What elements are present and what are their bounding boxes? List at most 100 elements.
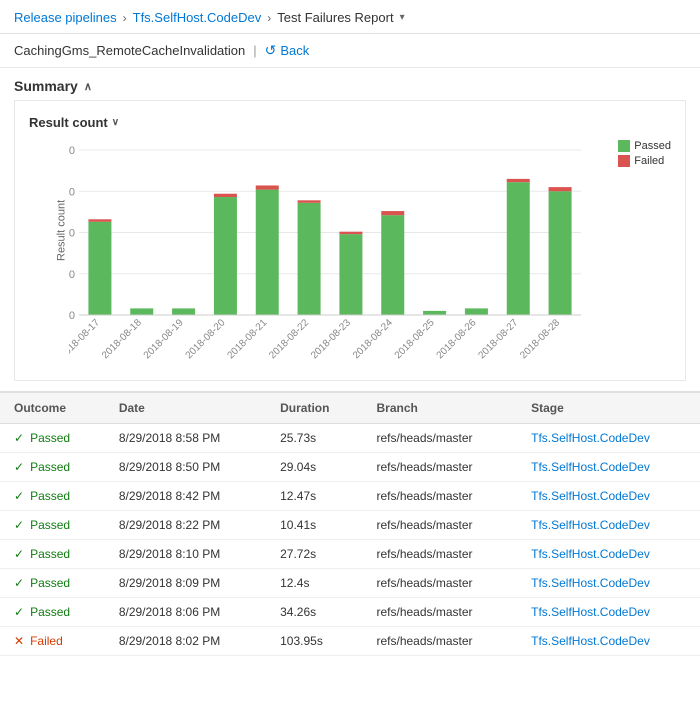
cell-stage[interactable]: Tfs.SelfHost.CodeDev [517, 627, 700, 656]
cell-duration: 103.95s [266, 627, 362, 656]
col-date: Date [105, 393, 266, 424]
back-icon: ↺ [265, 42, 277, 59]
header-dropdown-icon[interactable]: ▾ [400, 12, 405, 23]
breadcrumb-bar: CachingGms_RemoteCacheInvalidation | ↺ B… [0, 34, 700, 68]
outcome-label: Passed [30, 576, 70, 590]
svg-text:150: 150 [69, 186, 75, 198]
cell-date: 8/29/2018 8:02 PM [105, 627, 266, 656]
cell-date: 8/29/2018 8:50 PM [105, 453, 266, 482]
outcome-label: Passed [30, 547, 70, 561]
outcome-check-icon: ✓ [14, 605, 24, 619]
cell-branch: refs/heads/master [363, 453, 518, 482]
cell-duration: 25.73s [266, 424, 362, 453]
summary-label: Summary [14, 78, 78, 94]
chart-title-label: Result count [29, 115, 108, 130]
cell-branch: refs/heads/master [363, 569, 518, 598]
back-button[interactable]: ↺ Back [265, 42, 310, 59]
outcome-check-icon: ✓ [14, 518, 24, 532]
chart-legend: Passed Failed [618, 140, 671, 167]
col-stage: Stage [517, 393, 700, 424]
cell-stage[interactable]: Tfs.SelfHost.CodeDev [517, 511, 700, 540]
svg-text:0: 0 [69, 310, 75, 322]
outcome-check-icon: ✓ [14, 576, 24, 590]
chart-container: Result count ∨ Result count Passed Faile… [14, 100, 686, 381]
svg-text:2018-08-26: 2018-08-26 [435, 317, 479, 361]
outcome-check-icon: ✓ [14, 489, 24, 503]
svg-text:2018-08-19: 2018-08-19 [142, 317, 186, 361]
outcome-check-icon: ✓ [14, 547, 24, 561]
cell-branch: refs/heads/master [363, 511, 518, 540]
collapse-icon[interactable]: ∧ [84, 80, 92, 93]
cell-duration: 34.26s [266, 598, 362, 627]
outcome-label: Passed [30, 489, 70, 503]
svg-text:2018-08-20: 2018-08-20 [184, 317, 228, 361]
legend-failed-label: Failed [634, 155, 664, 167]
col-branch: Branch [363, 393, 518, 424]
outcome-label: Passed [30, 460, 70, 474]
table-header-row: Outcome Date Duration Branch Stage [0, 393, 700, 424]
cell-stage[interactable]: Tfs.SelfHost.CodeDev [517, 540, 700, 569]
cell-outcome: ✕ Failed [0, 627, 105, 656]
results-table: Outcome Date Duration Branch Stage ✓ Pas… [0, 393, 700, 656]
cell-date: 8/29/2018 8:09 PM [105, 569, 266, 598]
cell-outcome: ✓ Passed [0, 540, 105, 569]
outcome-check-icon: ✓ [14, 460, 24, 474]
col-outcome: Outcome [0, 393, 105, 424]
outcome-label: Passed [30, 518, 70, 532]
cell-duration: 12.47s [266, 482, 362, 511]
cell-outcome: ✓ Passed [0, 453, 105, 482]
outcome-label: Passed [30, 605, 70, 619]
table-row: ✕ Failed 8/29/2018 8:02 PM 103.95s refs/… [0, 627, 700, 656]
table-row: ✓ Passed 8/29/2018 8:09 PM 12.4s refs/he… [0, 569, 700, 598]
outcome-check-icon: ✓ [14, 431, 24, 445]
cell-stage[interactable]: Tfs.SelfHost.CodeDev [517, 598, 700, 627]
svg-text:2018-08-21: 2018-08-21 [225, 317, 269, 361]
page-header: Release pipelines › Tfs.SelfHost.CodeDev… [0, 0, 700, 34]
breadcrumb-pipeline[interactable]: Tfs.SelfHost.CodeDev [133, 10, 262, 25]
breadcrumb-bar-divider: | [253, 43, 256, 58]
cell-outcome: ✓ Passed [0, 569, 105, 598]
svg-text:100: 100 [69, 228, 75, 240]
pipeline-name: CachingGms_RemoteCacheInvalidation [14, 43, 245, 58]
table-row: ✓ Passed 8/29/2018 8:22 PM 10.41s refs/h… [0, 511, 700, 540]
svg-text:2018-08-22: 2018-08-22 [267, 317, 311, 361]
svg-text:2018-08-18: 2018-08-18 [100, 317, 144, 361]
svg-text:2018-08-27: 2018-08-27 [476, 317, 520, 361]
chart-area: Result count Passed Failed 0501001502002… [69, 140, 671, 370]
svg-text:2018-08-24: 2018-08-24 [351, 317, 395, 361]
cell-date: 8/29/2018 8:58 PM [105, 424, 266, 453]
cell-duration: 12.4s [266, 569, 362, 598]
svg-text:50: 50 [69, 269, 75, 281]
svg-text:2018-08-28: 2018-08-28 [518, 317, 562, 361]
chart-title: Result count ∨ [29, 115, 671, 130]
cell-stage[interactable]: Tfs.SelfHost.CodeDev [517, 482, 700, 511]
cell-outcome: ✓ Passed [0, 482, 105, 511]
breadcrumb-current: Test Failures Report [277, 10, 393, 25]
cell-stage[interactable]: Tfs.SelfHost.CodeDev [517, 569, 700, 598]
breadcrumb-releases[interactable]: Release pipelines [14, 10, 117, 25]
legend-passed-label: Passed [634, 140, 671, 152]
chart-title-dropdown-icon[interactable]: ∨ [112, 117, 119, 128]
cell-date: 8/29/2018 8:06 PM [105, 598, 266, 627]
outcome-label: Passed [30, 431, 70, 445]
legend-failed-dot [618, 155, 630, 167]
cell-date: 8/29/2018 8:22 PM [105, 511, 266, 540]
cell-stage[interactable]: Tfs.SelfHost.CodeDev [517, 453, 700, 482]
cell-branch: refs/heads/master [363, 424, 518, 453]
table-row: ✓ Passed 8/29/2018 8:06 PM 34.26s refs/h… [0, 598, 700, 627]
outcome-cross-icon: ✕ [14, 634, 24, 648]
cell-duration: 29.04s [266, 453, 362, 482]
legend-passed: Passed [618, 140, 671, 152]
cell-branch: refs/heads/master [363, 598, 518, 627]
back-label: Back [280, 43, 309, 58]
cell-stage[interactable]: Tfs.SelfHost.CodeDev [517, 424, 700, 453]
svg-text:2018-08-17: 2018-08-17 [69, 317, 102, 361]
cell-branch: refs/heads/master [363, 482, 518, 511]
svg-text:2018-08-23: 2018-08-23 [309, 317, 353, 361]
breadcrumb-sep-1: › [123, 11, 127, 25]
svg-text:200: 200 [69, 145, 75, 157]
bar-chart-svg: 0501001502002018-08-172018-08-182018-08-… [69, 140, 671, 370]
breadcrumb-sep-2: › [267, 11, 271, 25]
legend-passed-dot [618, 140, 630, 152]
svg-text:2018-08-25: 2018-08-25 [393, 317, 437, 361]
